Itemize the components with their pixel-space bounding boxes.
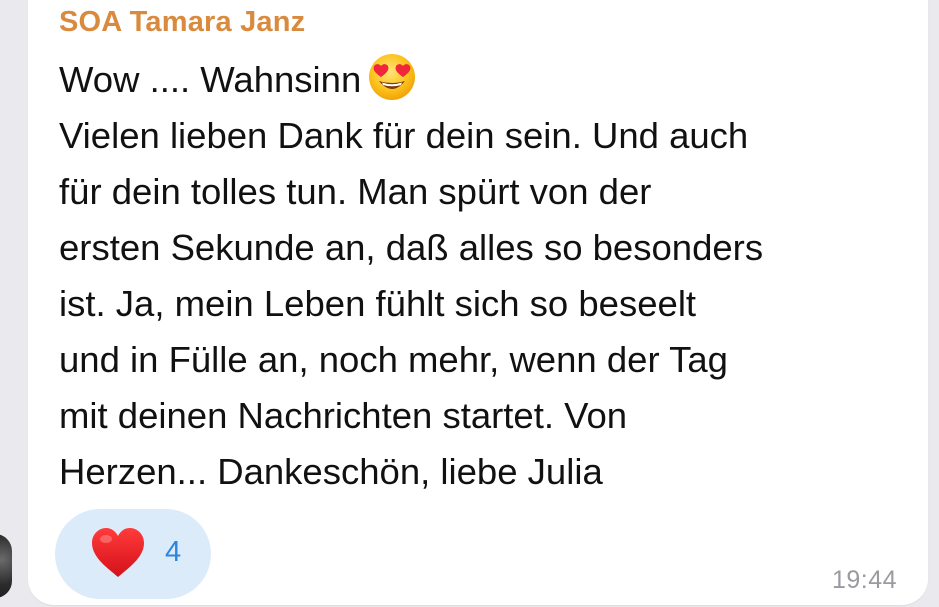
- message-line: Vielen lieben Dank für dein sein. Und au…: [59, 115, 749, 156]
- message-line: ersten Sekunde an, daß alles so besonder…: [59, 227, 764, 268]
- sender-name[interactable]: SOA Tamara Janz: [59, 6, 305, 39]
- smiling-face-with-heart-eyes-icon: [367, 52, 417, 102]
- message-line: Wow .... Wahnsinn: [59, 52, 919, 108]
- message-text: Wow .... Wahnsinn Vielen lieben Dank für…: [59, 52, 919, 500]
- reaction-count: 4: [165, 536, 182, 568]
- message-line: und in Fülle an, noch mehr, wenn der Tag: [59, 339, 728, 380]
- red-heart-icon: [89, 525, 147, 581]
- reaction-chip[interactable]: 4: [55, 509, 211, 599]
- message-line: Herzen... Dankeschön, liebe Julia: [59, 451, 603, 492]
- avatar[interactable]: [0, 534, 12, 598]
- message-line: mit deinen Nachrichten startet. Von: [59, 395, 628, 436]
- message-line: für dein tolles tun. Man spürt von der: [59, 171, 652, 212]
- message-line: ist. Ja, mein Leben fühlt sich so beseel…: [59, 283, 697, 324]
- chat-view: SOA Tamara Janz Wow .... Wahnsinn Vielen…: [0, 0, 939, 607]
- message-timestamp: 19:44: [831, 566, 897, 594]
